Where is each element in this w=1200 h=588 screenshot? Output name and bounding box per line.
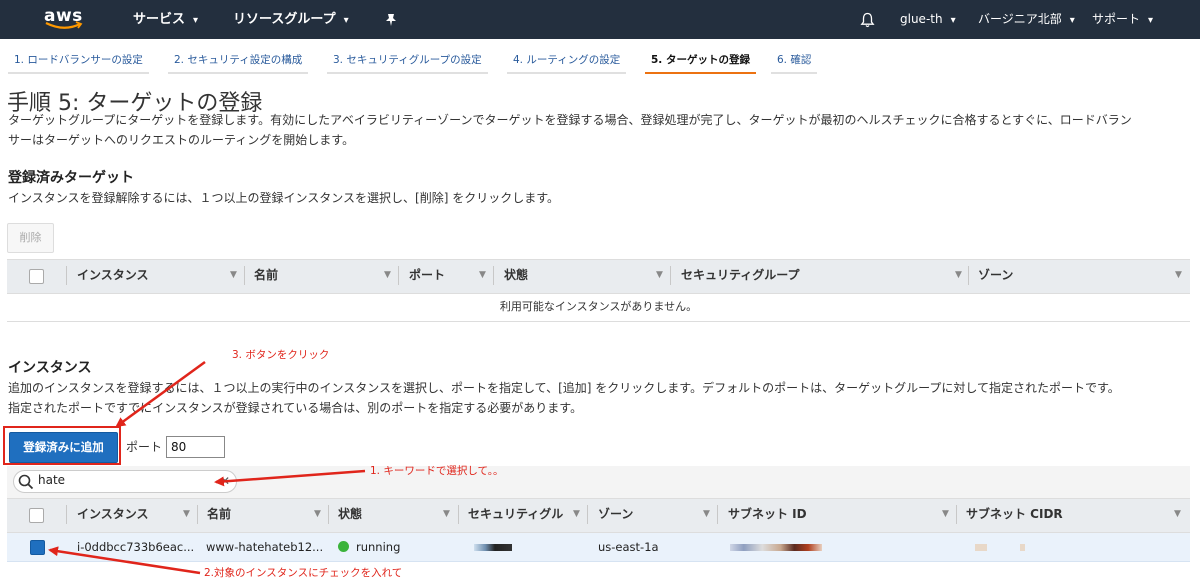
arrow-to-checkbox xyxy=(48,546,201,575)
arrow-to-add-button xyxy=(115,360,206,428)
arrow-to-search xyxy=(214,469,366,487)
annotation-arrows xyxy=(48,360,366,575)
